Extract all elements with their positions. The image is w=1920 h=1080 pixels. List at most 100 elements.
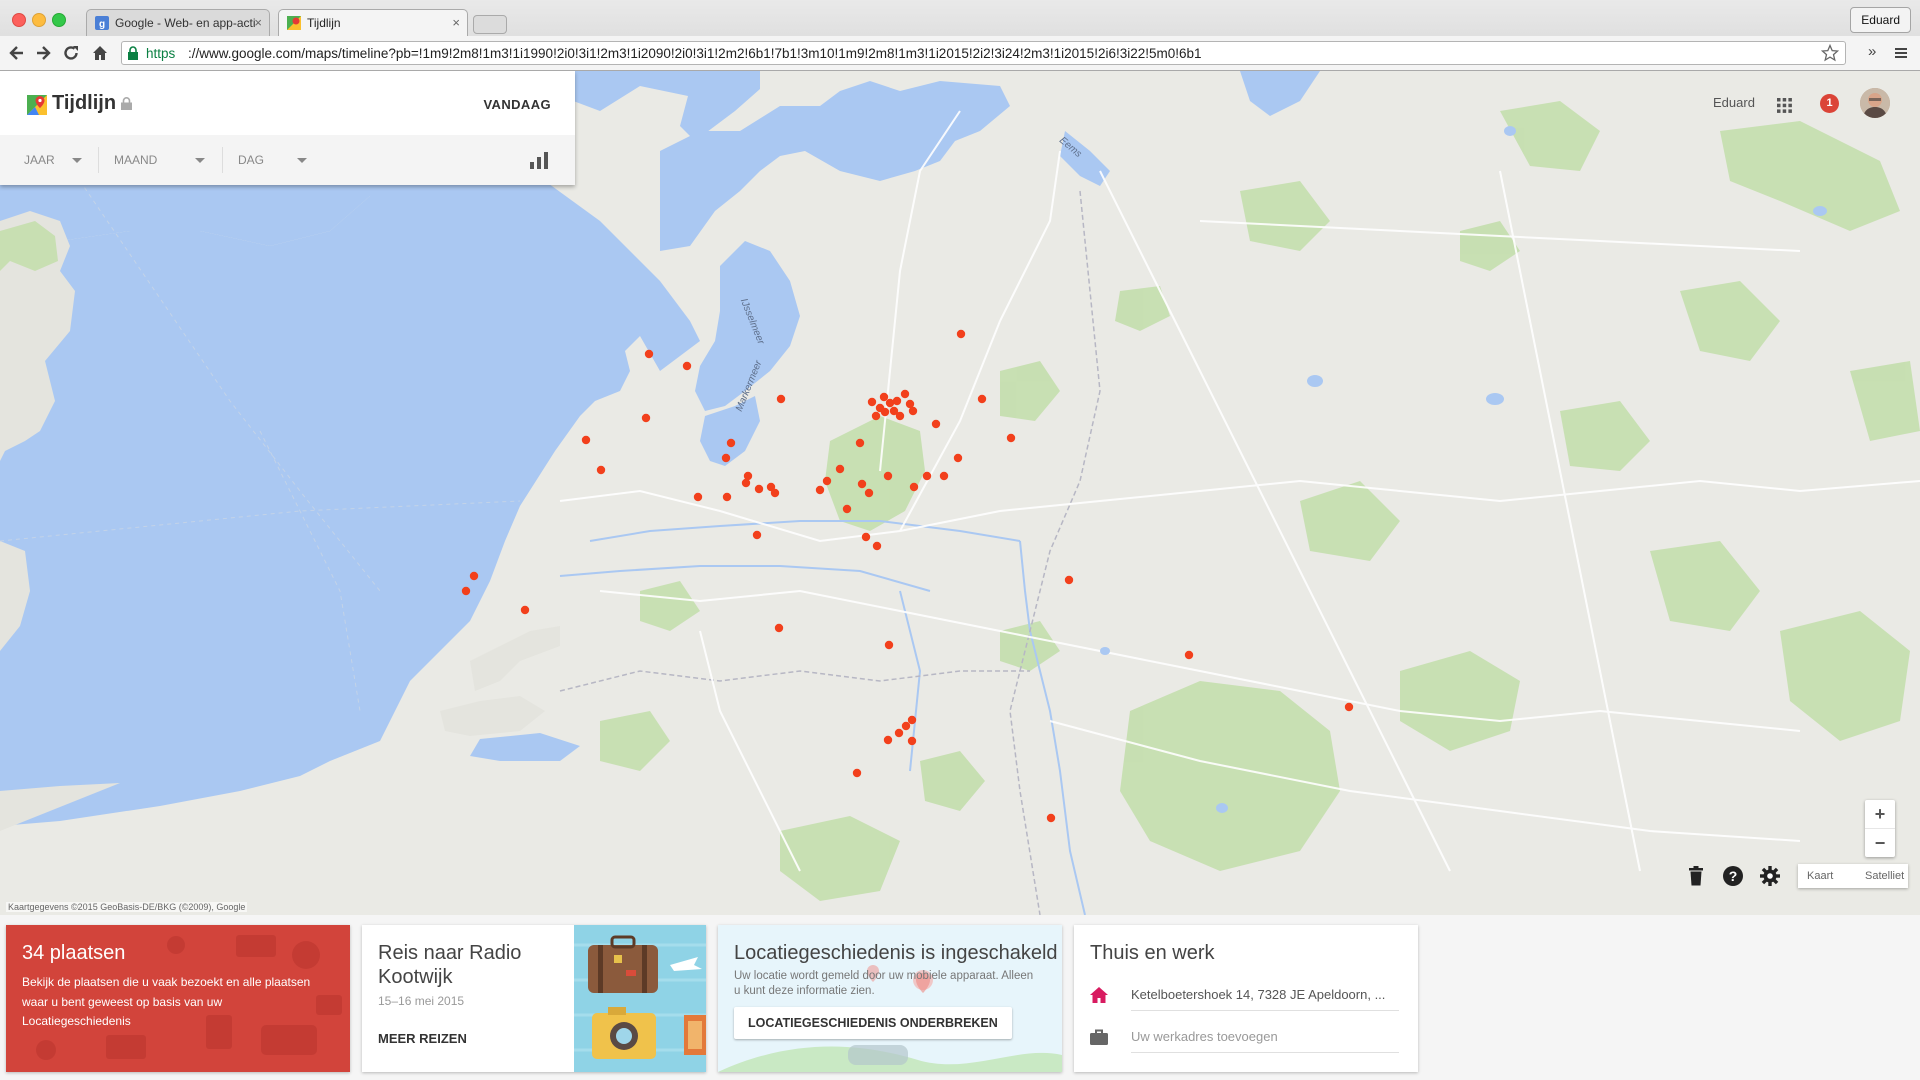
visit-marker[interactable] — [520, 605, 530, 615]
visit-marker[interactable] — [907, 715, 917, 725]
visit-marker[interactable] — [1184, 650, 1194, 660]
visit-marker[interactable] — [895, 411, 905, 421]
visit-marker[interactable] — [922, 471, 932, 481]
visit-marker[interactable] — [754, 484, 764, 494]
visit-marker[interactable] — [879, 392, 889, 402]
trip-card[interactable]: Reis naar Radio Kootwijk 15–16 mei 2015 … — [362, 925, 706, 1072]
location-history-card[interactable]: Locatiegeschiedenis is ingeschakeld Uw l… — [718, 925, 1062, 1072]
visit-marker[interactable] — [953, 453, 963, 463]
url-text: ://www.google.com/maps/timeline?pb=!1m9!… — [188, 46, 1202, 61]
map-view[interactable]: IJsselmeer Markermeer Eems Tijdlijn VAND… — [0, 71, 1920, 915]
visit-marker[interactable] — [880, 407, 890, 417]
visit-marker[interactable] — [682, 361, 692, 371]
visit-marker[interactable] — [815, 485, 825, 495]
visit-marker[interactable] — [884, 640, 894, 650]
forward-arrow-icon[interactable] — [33, 43, 53, 63]
browser-tab-tijdlijn[interactable]: Tijdlijn × — [278, 9, 468, 36]
map-type-button[interactable]: Kaart — [1807, 864, 1833, 888]
home-address-row[interactable]: Ketelboetershoek 14, 7328 JE Apeldoorn, … — [1090, 977, 1400, 1011]
visit-marker[interactable] — [855, 438, 865, 448]
reload-icon[interactable] — [61, 43, 81, 63]
visit-marker[interactable] — [461, 586, 471, 596]
visit-marker[interactable] — [1046, 813, 1056, 823]
visit-marker[interactable] — [726, 438, 736, 448]
visit-marker[interactable] — [900, 389, 910, 399]
visit-marker[interactable] — [852, 768, 862, 778]
bookmark-star-icon[interactable] — [1821, 44, 1839, 62]
visit-marker[interactable] — [867, 397, 877, 407]
visit-marker[interactable] — [693, 492, 703, 502]
new-tab-button[interactable] — [473, 15, 507, 34]
visit-marker[interactable] — [864, 488, 874, 498]
visit-marker[interactable] — [1344, 702, 1354, 712]
visit-marker[interactable] — [835, 464, 845, 474]
back-arrow-icon[interactable] — [7, 43, 27, 63]
visit-marker[interactable] — [871, 411, 881, 421]
gear-icon[interactable] — [1760, 866, 1780, 886]
more-trips-button[interactable]: MEER REIZEN — [378, 1031, 467, 1046]
visit-marker[interactable] — [581, 435, 591, 445]
visit-marker[interactable] — [883, 471, 893, 481]
visit-marker[interactable] — [956, 329, 966, 339]
visit-marker[interactable] — [977, 394, 987, 404]
zoom-out-button[interactable]: − — [1865, 829, 1895, 857]
visit-marker[interactable] — [1006, 433, 1016, 443]
today-button[interactable]: VANDAAG — [483, 97, 551, 112]
account-name[interactable]: Eduard — [1713, 95, 1755, 110]
visit-marker[interactable] — [822, 476, 832, 486]
visit-marker[interactable] — [939, 471, 949, 481]
visit-marker[interactable] — [861, 532, 871, 542]
visit-marker[interactable] — [596, 465, 606, 475]
visit-marker[interactable] — [857, 479, 867, 489]
visit-marker[interactable] — [776, 394, 786, 404]
minimize-window-button[interactable] — [32, 13, 46, 27]
help-icon[interactable]: ? — [1723, 866, 1743, 886]
visit-marker[interactable] — [770, 488, 780, 498]
visit-marker[interactable] — [883, 735, 893, 745]
visit-marker[interactable] — [1064, 575, 1074, 585]
visit-marker[interactable] — [909, 482, 919, 492]
close-window-button[interactable] — [12, 13, 26, 27]
zoom-in-button[interactable]: + — [1865, 800, 1895, 829]
avatar[interactable] — [1860, 88, 1890, 118]
work-address-row[interactable]: Uw werkadres toevoegen — [1090, 1019, 1400, 1053]
visit-marker[interactable] — [469, 571, 479, 581]
visit-marker[interactable] — [752, 530, 762, 540]
visit-marker[interactable] — [722, 492, 732, 502]
visit-marker[interactable] — [907, 736, 917, 746]
day-dropdown[interactable]: DAG — [238, 135, 312, 185]
map-canvas[interactable] — [0, 71, 1920, 915]
pause-location-history-button[interactable]: LOCATIEGESCHIEDENIS ONDERBREKEN — [734, 1007, 1012, 1039]
extensions-overflow-icon[interactable]: » — [1868, 43, 1876, 60]
visit-marker[interactable] — [644, 349, 654, 359]
browser-tab-google-activity[interactable]: g Google - Web- en app-acti × — [86, 9, 270, 36]
browser-menu-icon[interactable] — [1893, 45, 1909, 61]
visit-marker[interactable] — [908, 406, 918, 416]
visit-marker[interactable] — [774, 623, 784, 633]
visit-marker[interactable] — [872, 541, 882, 551]
notification-badge[interactable]: 1 — [1820, 94, 1839, 113]
visit-marker[interactable] — [931, 419, 941, 429]
visit-marker[interactable] — [894, 728, 904, 738]
maximize-window-button[interactable] — [52, 13, 66, 27]
visit-marker[interactable] — [885, 398, 895, 408]
visit-marker[interactable] — [721, 453, 731, 463]
satellite-type-button[interactable]: Satelliet — [1865, 864, 1904, 888]
tab-close-icon[interactable]: × — [254, 10, 262, 36]
visit-marker[interactable] — [842, 504, 852, 514]
home-icon[interactable] — [90, 43, 110, 63]
visit-marker[interactable] — [741, 478, 751, 488]
visit-marker[interactable] — [901, 721, 911, 731]
month-dropdown[interactable]: MAAND — [114, 135, 206, 185]
home-work-card: Thuis en werk Ketelboetershoek 14, 7328 … — [1074, 925, 1418, 1072]
year-dropdown[interactable]: JAAR — [24, 135, 88, 185]
bar-chart-icon[interactable] — [529, 151, 549, 169]
address-bar[interactable]: https ://www.google.com/maps/timeline?pb… — [121, 41, 1846, 65]
places-card[interactable]: 34 plaatsen Bekijk de plaatsen die u vaa… — [6, 925, 350, 1072]
tab-close-icon[interactable]: × — [452, 10, 460, 36]
map-type-switch: Kaart Satelliet — [1798, 864, 1908, 888]
profile-button[interactable]: Eduard — [1850, 7, 1911, 33]
trash-icon[interactable] — [1688, 866, 1704, 886]
visit-marker[interactable] — [641, 413, 651, 423]
apps-grid-icon[interactable] — [1777, 98, 1792, 113]
